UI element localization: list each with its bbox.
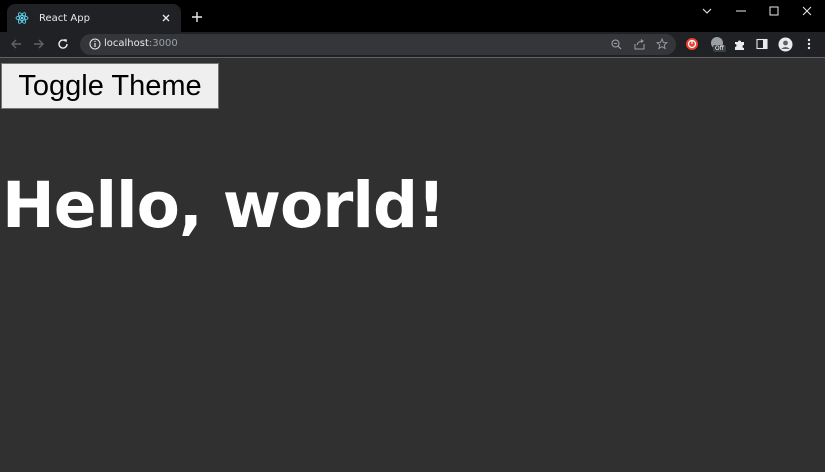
extension-red-icon[interactable]	[684, 36, 700, 52]
share-icon[interactable]	[632, 37, 646, 51]
tab-search-chevron-icon[interactable]	[690, 0, 724, 22]
address-url: localhost:3000	[104, 37, 178, 51]
page-heading: Hello, world!	[2, 169, 446, 242]
browser-titlebar: React App	[0, 0, 825, 32]
site-info-icon[interactable]	[88, 37, 102, 51]
page-viewport: Toggle Theme Hello, world!	[0, 58, 825, 472]
extensions-puzzle-icon[interactable]	[731, 36, 747, 52]
minimize-icon[interactable]	[724, 0, 758, 22]
forward-arrow-icon[interactable]	[31, 36, 47, 52]
bookmark-star-icon[interactable]	[655, 37, 669, 51]
reload-icon[interactable]	[55, 36, 71, 52]
menu-kebab-icon[interactable]	[801, 36, 817, 52]
window-close-icon[interactable]	[790, 0, 824, 22]
zoom-icon[interactable]	[609, 37, 623, 51]
extension-off-icon[interactable]: Off	[708, 36, 728, 52]
address-bar[interactable]: localhost:3000	[80, 34, 676, 55]
url-port: :3000	[148, 38, 178, 49]
back-arrow-icon[interactable]	[8, 36, 24, 52]
new-tab-plus-icon[interactable]	[189, 9, 205, 25]
maximize-icon[interactable]	[757, 0, 791, 22]
url-host: localhost	[104, 38, 149, 49]
react-logo-icon	[15, 11, 29, 25]
tab-close-icon[interactable]	[159, 11, 173, 25]
browser-toolbar: localhost:3000 Off	[0, 32, 825, 57]
profile-avatar-icon[interactable]	[777, 36, 793, 52]
toggle-theme-button[interactable]: Toggle Theme	[1, 63, 219, 109]
browser-tab-active[interactable]: React App	[7, 4, 181, 32]
extension-off-badge: Off	[713, 45, 726, 52]
tab-title: React App	[39, 12, 90, 24]
side-panel-icon[interactable]	[754, 36, 770, 52]
